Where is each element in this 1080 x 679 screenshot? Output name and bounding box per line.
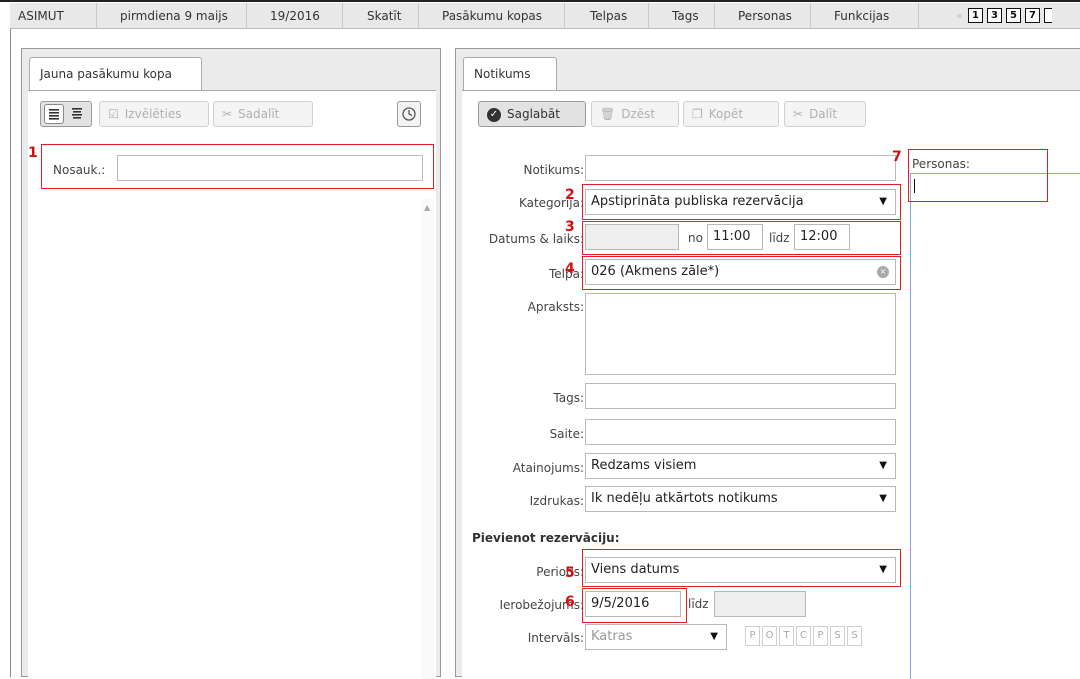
menu-event-sets[interactable]: Pasākumu kopas: [442, 9, 542, 23]
days-3-button[interactable]: 3: [987, 8, 1002, 23]
annotation-number: 7: [892, 149, 902, 165]
menu-separator: [342, 3, 343, 29]
history-icon: [402, 107, 416, 121]
menu-app-name[interactable]: ASIMUT: [18, 9, 64, 23]
menu-separator: [648, 3, 649, 29]
list-view-icon[interactable]: [44, 104, 64, 124]
menu-bar: ASIMUT pirmdiena 9 maijs 19/2016 Skatīt …: [10, 3, 1080, 29]
days-1-button[interactable]: 1: [968, 8, 983, 23]
delete-button[interactable]: 🗑 Dzēst: [591, 101, 679, 127]
more-days-button[interactable]: [1044, 8, 1052, 23]
event-input[interactable]: [585, 155, 896, 181]
menu-separator: [96, 3, 97, 29]
add-booking-heading: Pievienot rezervāciju:: [472, 531, 620, 545]
menu-persons[interactable]: Personas: [738, 9, 792, 23]
weekday-sun[interactable]: S: [847, 626, 862, 646]
event-body: ✓ Saglabāt 🗑 Dzēst ❐ Kopēt ✂ Dalīt Notikums:…: [462, 90, 1080, 679]
limit-to-label: līdz: [688, 597, 709, 611]
window-left-edge: [10, 29, 11, 677]
menu-rooms[interactable]: Telpas: [590, 9, 627, 23]
scroll-up-icon[interactable]: ▲: [424, 203, 430, 212]
menu-separator: [918, 3, 919, 29]
weekday-thu[interactable]: C: [796, 626, 811, 646]
dropdown-caret-icon: ▼: [879, 460, 887, 471]
interval-label: Intervāls:: [527, 631, 584, 645]
name-input[interactable]: [117, 155, 423, 181]
weekday-tue[interactable]: O: [762, 626, 777, 646]
top-border: [0, 0, 1080, 2]
name-label: Nosauk.:: [53, 163, 106, 177]
annotation-number: 2: [565, 187, 575, 203]
menu-functions[interactable]: Funkcijas: [834, 9, 889, 23]
checkbox-icon: ☑: [108, 107, 119, 121]
split-set-button[interactable]: ✂ Sadalīt: [213, 101, 313, 127]
link-label: Saite:: [549, 427, 584, 441]
limit-to-input[interactable]: [714, 591, 806, 617]
annotation-number: 3: [565, 219, 575, 235]
annotation-box-7: [908, 149, 1048, 202]
annotation-box-4: [582, 256, 901, 290]
copy-button[interactable]: ❐ Kopēt: [683, 101, 779, 127]
print-label: Izdrukas:: [529, 494, 584, 508]
display-label: Atainojums:: [512, 461, 584, 475]
select-button[interactable]: ☑ Izvēlēties: [99, 101, 209, 127]
trash-icon: 🗑: [600, 107, 616, 121]
event-set-panel: Jauna pasākumu kopa ☑ Izvēlēties ✂ Sadalīt…: [21, 48, 441, 679]
print-select[interactable]: Ik nedēļu atkārtots notikums ▼: [585, 486, 896, 512]
prev-arrows-icon[interactable]: «: [956, 9, 963, 22]
split-event-button[interactable]: ✂ Dalīt: [784, 101, 866, 127]
weekday-mon[interactable]: P: [745, 626, 760, 646]
annotation-box-3: [582, 221, 901, 255]
persons-focus-border: [910, 173, 911, 679]
annotation-number: 5: [565, 565, 575, 581]
tags-input[interactable]: [585, 383, 896, 409]
save-button[interactable]: ✓ Saglabāt: [478, 101, 586, 127]
menu-view[interactable]: Skatīt: [367, 9, 401, 23]
menu-separator: [810, 3, 811, 29]
view-toggle-group: [40, 101, 92, 127]
menu-date[interactable]: pirmdiena 9 maijs: [120, 9, 228, 23]
weekday-wed[interactable]: T: [779, 626, 794, 646]
tags-label: Tags:: [553, 391, 584, 405]
tab-event[interactable]: Notikums: [463, 57, 557, 91]
menu-separator: [714, 3, 715, 29]
history-button[interactable]: [397, 101, 421, 127]
compact-view-icon[interactable]: [67, 104, 87, 124]
scissors-icon: ✂: [222, 107, 233, 121]
annotation-number: 6: [565, 594, 575, 610]
annotation-box-5: [582, 549, 901, 587]
link-input[interactable]: [585, 419, 896, 445]
persons-input[interactable]: [914, 177, 1080, 677]
display-select[interactable]: Redzams visiem ▼: [585, 453, 896, 479]
menu-separator: [246, 3, 247, 29]
event-panel: Notikums ✓ Saglabāt 🗑 Dzēst ❐ Kopēt ✂ Dalīt …: [455, 48, 1080, 679]
tab-new-event-set[interactable]: Jauna pasākumu kopa: [29, 57, 202, 91]
dropdown-caret-icon: ▼: [710, 631, 718, 642]
scrollbar[interactable]: ▲: [421, 199, 435, 679]
scissors-icon: ✂: [793, 107, 804, 121]
interval-select[interactable]: Katras ▼: [585, 624, 727, 650]
dropdown-caret-icon: ▼: [879, 493, 887, 504]
description-label: Apraksts:: [527, 300, 584, 314]
days-5-button[interactable]: 5: [1006, 8, 1021, 23]
annotation-number: 1: [28, 145, 38, 161]
menu-week[interactable]: 19/2016: [270, 9, 320, 23]
annotation-number: 4: [565, 261, 575, 277]
menu-tags[interactable]: Tags: [672, 9, 699, 23]
annotation-box-6: [582, 588, 687, 623]
annotation-box-2: [582, 184, 901, 220]
event-label: Notikums:: [523, 163, 584, 177]
check-circle-icon: ✓: [487, 107, 501, 122]
weekday-sat[interactable]: S: [830, 626, 845, 646]
menu-separator: [564, 3, 565, 29]
copy-icon: ❐: [692, 107, 703, 121]
days-7-button[interactable]: 7: [1025, 8, 1040, 23]
event-set-body: ☑ Izvēlēties ✂ Sadalīt 1 Nosauk.: ▲: [28, 90, 436, 679]
period-label: Periods:: [536, 565, 584, 579]
weekday-fri[interactable]: P: [813, 626, 828, 646]
menu-separator: [418, 3, 419, 29]
description-textarea[interactable]: [585, 293, 896, 375]
